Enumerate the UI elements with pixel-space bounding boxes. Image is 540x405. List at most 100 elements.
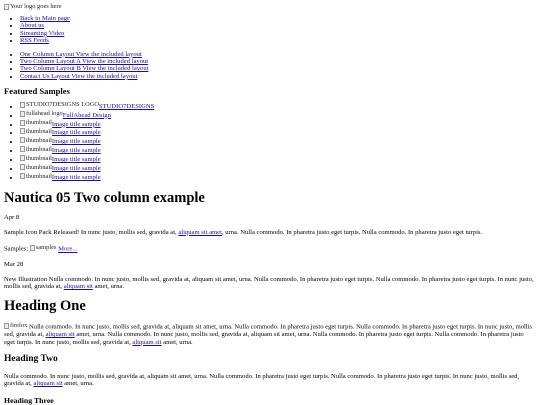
paragraph-text: amet, urna. Nulla commodo. In nunc justo…	[4, 331, 524, 346]
nav-item-video: Streaming Video	[20, 30, 536, 37]
paragraph-text: amet, urna.	[161, 338, 193, 346]
featured-image-alt: fullahead logo	[26, 110, 63, 118]
inline-link[interactable]: aliquam sit	[132, 339, 161, 346]
featured-link[interactable]: thumbnailImage title sample	[20, 146, 101, 155]
more-link[interactable]: More...	[58, 246, 77, 253]
samples-line: Samples: samples More...	[4, 244, 536, 253]
samples-image: samples	[29, 244, 57, 252]
nav-link-main[interactable]: Back to Main page	[20, 15, 70, 22]
featured-image-alt: thumbnail	[26, 127, 52, 135]
featured-link[interactable]: thumbnailImage title sample	[20, 119, 101, 128]
post-date: Mar 28	[4, 261, 24, 269]
site-logo[interactable]: Your logo goes here	[4, 3, 536, 11]
broken-image-icon	[29, 244, 35, 251]
layout-item: One Column Layout View the included layo…	[20, 51, 536, 58]
featured-image: thumbnail	[20, 146, 52, 153]
layout-link-two-column-a[interactable]: Two Column Layout A View the included la…	[20, 58, 148, 65]
layout-item: Two Column Layout A View the included la…	[20, 58, 536, 65]
featured-item: thumbnailImage title sample	[20, 164, 536, 173]
featured-link[interactable]: thumbnailImage title sample	[20, 128, 101, 137]
featured-item-text: FullAhead Design	[62, 111, 111, 119]
featured-item-text: Image title sample	[51, 147, 101, 155]
broken-image-icon	[20, 101, 25, 108]
featured-link[interactable]: thumbnailImage title sample	[20, 164, 101, 173]
paragraph-two: Nulla commodo. In nunc justo, mollis sed…	[4, 373, 536, 388]
broken-image-icon	[4, 322, 9, 329]
firefox-image: firefox	[4, 322, 27, 329]
featured-item-text: Image title sample	[51, 129, 101, 137]
post-body: New Illustration Nulla commodo. In nunc …	[4, 276, 536, 291]
nav-item-main: Back to Main page	[20, 15, 536, 22]
featured-image-alt: thumbnail	[26, 119, 52, 127]
logo-alt-text: Your logo goes here	[10, 3, 62, 10]
featured-item: fullahead logoFullAhead Design	[20, 110, 536, 119]
paragraph-one: firefox Nulla commodo. In nunc justo, mo…	[4, 322, 536, 346]
featured-image: thumbnail	[20, 164, 52, 171]
paragraph-text: amet, urna.	[62, 380, 94, 388]
samples-image-alt: samples	[35, 244, 57, 252]
page: Your logo goes here Back to Main page Ab…	[0, 0, 540, 405]
featured-item: thumbnailImage title sample	[20, 155, 536, 164]
featured-item: thumbnailImage title sample	[20, 173, 536, 182]
featured-item-text: Image title sample	[51, 174, 101, 181]
featured-item-text: Image title sample	[51, 138, 101, 146]
featured-image: thumbnail	[20, 128, 52, 135]
featured-heading: Featured Samples	[4, 86, 70, 97]
layout-item: Two Column Layout B View the included la…	[20, 65, 536, 72]
nav-item-rss: RSS Feeds	[20, 37, 536, 44]
featured-item: thumbnailImage title sample	[20, 146, 536, 155]
featured-item: thumbnailImage title sample	[20, 119, 536, 128]
featured-link[interactable]: fullahead logoFullAhead Design	[20, 110, 111, 119]
featured-image: thumbnail	[20, 119, 52, 126]
post-date: Apr 8	[4, 214, 20, 222]
post-text: amet, urna.	[92, 282, 124, 290]
nav-link-rss[interactable]: RSS Feeds	[20, 37, 49, 44]
broken-image-icon	[20, 110, 25, 117]
inline-link[interactable]: aliquam sit	[46, 331, 75, 338]
layout-item: Contact Us Layout View the included layo…	[20, 73, 536, 80]
broken-image-icon	[20, 119, 25, 126]
logo-image[interactable]: Your logo goes here	[4, 3, 61, 10]
inline-link[interactable]: aliquam sit	[33, 380, 62, 387]
featured-link[interactable]: thumbnailImage title sample	[20, 173, 101, 181]
broken-image-icon	[20, 173, 25, 179]
inline-link[interactable]: aliquam sit amet	[178, 229, 222, 236]
nav-link-about[interactable]: About us	[20, 22, 44, 29]
broken-image-icon	[20, 137, 25, 144]
featured-list: STUDIO7DESIGNS LOGOSTUDIO7DESIGNS fullah…	[4, 101, 536, 181]
featured-image-alt: thumbnail	[26, 136, 52, 144]
featured-item-text: STUDIO7DESIGNS	[98, 102, 155, 110]
featured-item-text: Image title sample	[51, 156, 101, 164]
featured-item: thumbnailImage title sample	[20, 137, 536, 146]
featured-link[interactable]: thumbnailImage title sample	[20, 155, 101, 164]
featured-image: thumbnail	[20, 137, 52, 144]
featured-image-alt: STUDIO7DESIGNS LOGO	[26, 101, 99, 109]
broken-image-icon	[20, 164, 25, 171]
layout-link-two-column-b[interactable]: Two Column Layout B View the included la…	[20, 65, 149, 72]
broken-image-icon	[4, 3, 9, 10]
samples-label: Samples:	[4, 245, 29, 253]
firefox-image-link[interactable]: firefox	[4, 322, 27, 331]
featured-image: thumbnail	[20, 173, 52, 180]
featured-link[interactable]: STUDIO7DESIGNS LOGOSTUDIO7DESIGNS	[20, 101, 155, 110]
featured-image: thumbnail	[20, 155, 52, 162]
featured-image-alt: thumbnail	[26, 145, 52, 153]
post-body: Sample Icon Pack Released! In nunc justo…	[4, 229, 536, 236]
featured-item: STUDIO7DESIGNS LOGOSTUDIO7DESIGNS	[20, 101, 536, 110]
layout-link-contact[interactable]: Contact Us Layout View the included layo…	[20, 73, 137, 80]
page-title: Nautica 05 Two column example	[4, 190, 205, 207]
broken-image-icon	[20, 155, 25, 162]
layout-link-one-column[interactable]: One Column Layout View the included layo…	[20, 51, 142, 58]
featured-item-text: Image title sample	[51, 120, 101, 128]
featured-item-text: Image title sample	[51, 165, 101, 173]
layouts-nav: One Column Layout View the included layo…	[4, 51, 536, 81]
featured-image-alt: thumbnail	[26, 154, 52, 162]
broken-image-icon	[20, 128, 25, 135]
inline-link[interactable]: aliquam sit	[64, 283, 93, 290]
nav-link-video[interactable]: Streaming Video	[20, 30, 64, 37]
post-text: Sample Icon Pack Released! In nunc justo…	[4, 228, 177, 236]
nav-item-about: About us	[20, 22, 536, 29]
featured-image-alt: thumbnail	[26, 163, 52, 171]
featured-link[interactable]: thumbnailImage title sample	[20, 137, 101, 146]
post-text: , urna. Nulla commodo. In pharetra justo…	[221, 228, 483, 236]
